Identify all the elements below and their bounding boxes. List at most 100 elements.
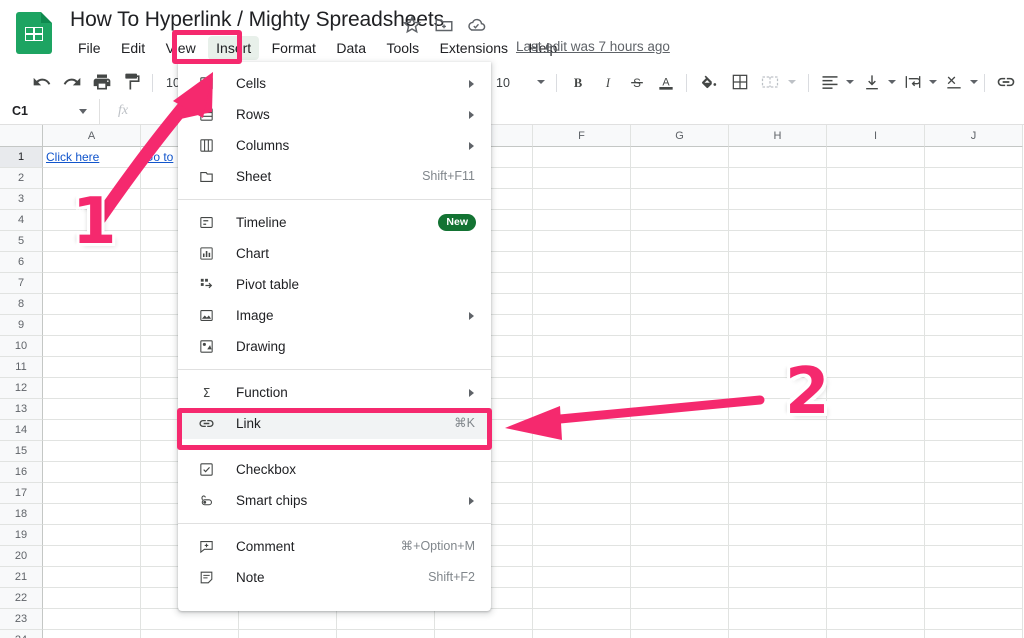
menu-item-checkbox[interactable]: Checkbox [178,454,491,485]
cell-H1[interactable] [729,147,827,168]
cell-E24[interactable] [435,630,533,638]
font-size-caret-icon[interactable] [537,80,545,84]
undo-icon[interactable] [32,72,54,94]
menu-item-chart[interactable]: Chart [178,238,491,269]
cell-F4[interactable] [533,210,631,231]
menu-item-comment[interactable]: Comment ⌘+Option+M [178,531,491,562]
cell-J4[interactable] [925,210,1023,231]
row-header-17[interactable]: 17 [0,483,43,504]
menu-item-columns[interactable]: Columns [178,130,491,161]
cell-J21[interactable] [925,567,1023,588]
cell-J5[interactable] [925,231,1023,252]
cell-H6[interactable] [729,252,827,273]
cell-F20[interactable] [533,546,631,567]
cell-C23[interactable] [239,609,337,630]
row-header-6[interactable]: 6 [0,252,43,273]
cell-G5[interactable] [631,231,729,252]
row-header-12[interactable]: 12 [0,378,43,399]
menu-item-function[interactable]: Σ Function [178,377,491,408]
column-header-a[interactable]: A [43,125,141,147]
menu-item-image[interactable]: Image [178,300,491,331]
menu-item-drawing[interactable]: Drawing [178,331,491,362]
cell-A14[interactable] [43,420,141,441]
cell-H10[interactable] [729,336,827,357]
menu-file[interactable]: File [70,36,109,60]
bold-icon[interactable]: B [568,72,590,94]
cell-A15[interactable] [43,441,141,462]
name-box-caret-icon[interactable] [79,109,87,114]
menu-format[interactable]: Format [264,36,324,60]
cell-J16[interactable] [925,462,1023,483]
menu-item-smart-chips[interactable]: Smart chips [178,485,491,516]
cell-H2[interactable] [729,168,827,189]
cell-hyperlink[interactable]: Click here [43,150,99,164]
cell-A20[interactable] [43,546,141,567]
print-icon[interactable] [92,72,114,94]
cell-I16[interactable] [827,462,925,483]
cell-I21[interactable] [827,567,925,588]
cell-H23[interactable] [729,609,827,630]
cell-H24[interactable] [729,630,827,638]
rotation-caret-icon[interactable] [970,80,978,84]
row-header-15[interactable]: 15 [0,441,43,462]
row-header-13[interactable]: 13 [0,399,43,420]
cell-A23[interactable] [43,609,141,630]
cell-A12[interactable] [43,378,141,399]
cell-D24[interactable] [337,630,435,638]
cell-A21[interactable] [43,567,141,588]
cell-J8[interactable] [925,294,1023,315]
cell-H4[interactable] [729,210,827,231]
move-to-folder-icon[interactable] [433,14,455,36]
cell-F3[interactable] [533,189,631,210]
cell-I14[interactable] [827,420,925,441]
vertical-align-icon[interactable] [862,72,884,94]
menu-item-rows[interactable]: Rows [178,99,491,130]
row-header-2[interactable]: 2 [0,168,43,189]
cell-F21[interactable] [533,567,631,588]
cell-E23[interactable] [435,609,533,630]
wrap-caret-icon[interactable] [929,80,937,84]
merge-caret-icon[interactable] [788,80,796,84]
cell-G6[interactable] [631,252,729,273]
borders-icon[interactable] [730,72,752,94]
cell-A7[interactable] [43,273,141,294]
cell-I1[interactable] [827,147,925,168]
menu-edit[interactable]: Edit [113,36,153,60]
cell-G15[interactable] [631,441,729,462]
cell-G18[interactable] [631,504,729,525]
cell-A17[interactable] [43,483,141,504]
merge-cells-icon[interactable] [760,72,782,94]
row-header-8[interactable]: 8 [0,294,43,315]
row-header-1[interactable]: 1 [0,147,43,168]
fill-color-icon[interactable] [699,72,721,94]
column-header-g[interactable]: G [631,125,729,147]
cell-A22[interactable] [43,588,141,609]
row-header-14[interactable]: 14 [0,420,43,441]
cell-C24[interactable] [239,630,337,638]
cell-J9[interactable] [925,315,1023,336]
row-header-4[interactable]: 4 [0,210,43,231]
italic-icon[interactable]: I [598,72,620,94]
cell-J15[interactable] [925,441,1023,462]
cell-F6[interactable] [533,252,631,273]
cell-H9[interactable] [729,315,827,336]
cell-F10[interactable] [533,336,631,357]
cell-G2[interactable] [631,168,729,189]
cell-I12[interactable] [827,378,925,399]
name-box[interactable]: C1 [0,99,100,124]
cell-G12[interactable] [631,378,729,399]
row-header-10[interactable]: 10 [0,336,43,357]
menu-tools[interactable]: Tools [378,36,427,60]
cell-hyperlink[interactable]: Go to [141,150,173,164]
cell-I2[interactable] [827,168,925,189]
cell-G14[interactable] [631,420,729,441]
strikethrough-icon[interactable]: S [627,72,649,94]
halign-caret-icon[interactable] [846,80,854,84]
cell-I22[interactable] [827,588,925,609]
cell-J1[interactable] [925,147,1023,168]
row-header-11[interactable]: 11 [0,357,43,378]
cell-F7[interactable] [533,273,631,294]
cell-H18[interactable] [729,504,827,525]
cell-I5[interactable] [827,231,925,252]
cell-G9[interactable] [631,315,729,336]
